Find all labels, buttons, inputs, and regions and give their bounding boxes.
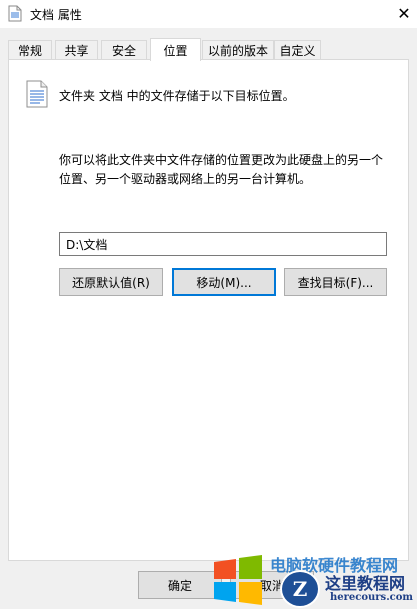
watermark-logo-icon: Z [280,570,320,608]
title-bar: 文档 属性 ✕ [0,0,417,28]
windows-logo-icon [212,554,264,609]
tab-previous-versions[interactable]: 以前的版本 [202,40,274,60]
watermark-url: herecours.com [330,592,414,603]
window-title: 文档 属性 [30,8,82,22]
find-target-button[interactable]: 查找目标(F)... [284,268,387,296]
tab-security[interactable]: 安全 [101,40,147,60]
tab-strip: 常规 共享 安全 位置 以前的版本 自定义 [8,38,409,61]
location-intro-text: 文件夹 文档 中的文件存储于以下目标位置。 [59,89,295,103]
tab-sharing[interactable]: 共享 [55,40,98,60]
close-icon[interactable]: ✕ [391,0,417,26]
ok-button[interactable]: 确定 [138,571,222,599]
move-button[interactable]: 移动(M)... [172,268,276,296]
location-path-input[interactable] [59,232,387,256]
document-icon [26,80,48,111]
tab-customize[interactable]: 自定义 [274,40,321,60]
restore-default-button[interactable]: 还原默认值(R) [59,268,163,296]
watermark: 电脑软硬件教程网 Z 这里教程网 herecours.com [212,550,417,609]
tab-location[interactable]: 位置 [150,38,201,61]
folder-doc-icon [8,5,22,25]
tab-general[interactable]: 常规 [8,40,52,60]
watermark-site-name: 这里教程网 [325,574,406,593]
location-panel: 文件夹 文档 中的文件存储于以下目标位置。 你可以将此文件夹中文件存储的位置更改… [8,59,409,561]
location-description: 你可以将此文件夹中文件存储的位置更改为此硬盘上的另一个位置、另一个驱动器或网络上… [59,153,384,186]
